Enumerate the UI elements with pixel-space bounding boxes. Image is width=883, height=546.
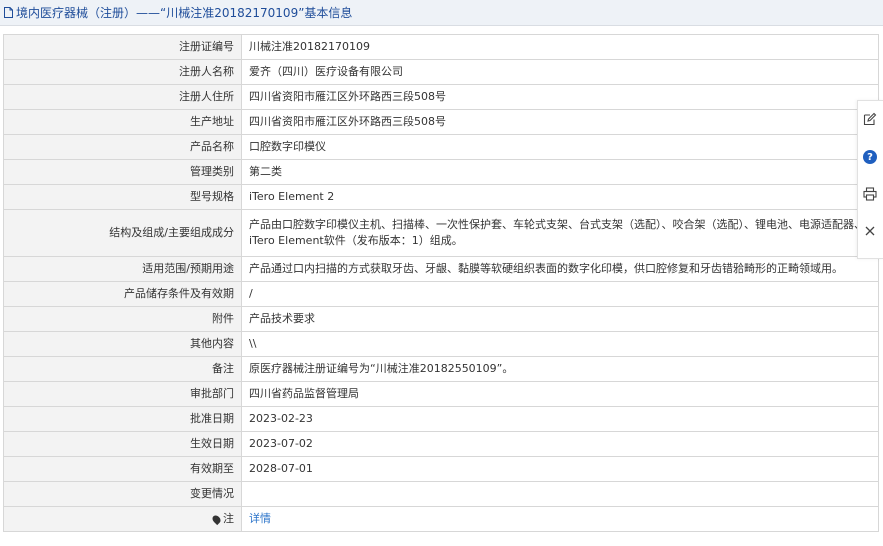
help-icon: ?: [863, 150, 877, 164]
field-label: 注册人名称: [3, 59, 242, 85]
table-row: 生效日期 2023-07-02: [3, 431, 879, 457]
edit-button[interactable]: [862, 111, 878, 127]
table-row: 产品名称 口腔数字印模仪: [3, 134, 879, 160]
field-label: 适用范围/预期用途: [3, 256, 242, 282]
field-label: 变更情况: [3, 481, 242, 507]
field-value: iTero Element 2: [241, 184, 879, 210]
field-label: 型号规格: [3, 184, 242, 210]
field-value: 口腔数字印模仪: [241, 134, 879, 160]
field-value: 川械注准20182170109: [241, 34, 879, 60]
field-label: 注册证编号: [3, 34, 242, 60]
table-row: 型号规格 iTero Element 2: [3, 184, 879, 210]
table-row: 注册证编号 川械注准20182170109: [3, 34, 879, 60]
table-row: 审批部门 四川省药品监督管理局: [3, 381, 879, 407]
table-row: 变更情况: [3, 481, 879, 507]
table-row: 备注 原医疗器械注册证编号为“川械注准20182550109”。: [3, 356, 879, 382]
help-button[interactable]: ?: [862, 149, 878, 165]
table-row: 批准日期 2023-02-23: [3, 406, 879, 432]
page-title: 境内医疗器械（注册）——“川械注准20182170109”基本信息: [16, 6, 353, 20]
page-header: 境内医疗器械（注册）——“川械注准20182170109”基本信息: [0, 0, 883, 26]
field-value: 2023-07-02: [241, 431, 879, 457]
field-value-cell: 详情: [241, 506, 879, 532]
field-label: 生产地址: [3, 109, 242, 135]
field-value: 四川省资阳市雁江区外环路西三段508号: [241, 84, 879, 110]
field-value: 爱齐（四川）医疗设备有限公司: [241, 59, 879, 85]
field-value: 产品技术要求: [241, 306, 879, 332]
edit-icon: [863, 112, 877, 126]
close-button[interactable]: [862, 223, 878, 239]
table-row: 其他内容 \\: [3, 331, 879, 357]
document-icon: [4, 7, 13, 18]
table-row: 适用范围/预期用途 产品通过口内扫描的方式获取牙齿、牙龈、黏膜等软硬组织表面的数…: [3, 256, 879, 282]
field-label: 批准日期: [3, 406, 242, 432]
field-label: 产品名称: [3, 134, 242, 160]
field-label: 生效日期: [3, 431, 242, 457]
field-value: 产品由口腔数字印模仪主机、扫描棒、一次性保护套、车轮式支架、台式支架（选配）、咬…: [241, 209, 879, 257]
note-label-cell: 注: [3, 506, 242, 532]
field-label: 附件: [3, 306, 242, 332]
table-row: 管理类别 第二类: [3, 159, 879, 185]
field-label: 结构及组成/主要组成成分: [3, 209, 242, 257]
pin-icon: [210, 513, 223, 525]
field-value: 2023-02-23: [241, 406, 879, 432]
table-row: 注册人名称 爱齐（四川）医疗设备有限公司: [3, 59, 879, 85]
table-row: 附件 产品技术要求: [3, 306, 879, 332]
field-value: [241, 481, 879, 507]
field-label: 备注: [3, 356, 242, 382]
field-value: 产品通过口内扫描的方式获取牙齿、牙龈、黏膜等软硬组织表面的数字化印模，供口腔修复…: [241, 256, 879, 282]
table-row: 生产地址 四川省资阳市雁江区外环路西三段508号: [3, 109, 879, 135]
print-icon: [863, 187, 877, 201]
table-row: 注 详情: [3, 506, 879, 532]
field-value: \\: [241, 331, 879, 357]
field-value: 2028-07-01: [241, 456, 879, 482]
field-value: /: [241, 281, 879, 307]
field-label: 审批部门: [3, 381, 242, 407]
field-value: 四川省药品监督管理局: [241, 381, 879, 407]
details-link[interactable]: 详情: [249, 512, 271, 525]
table-row: 有效期至 2028-07-01: [3, 456, 879, 482]
table-row: 结构及组成/主要组成成分 产品由口腔数字印模仪主机、扫描棒、一次性保护套、车轮式…: [3, 209, 879, 257]
table-row: 注册人住所 四川省资阳市雁江区外环路西三段508号: [3, 84, 879, 110]
field-value: 四川省资阳市雁江区外环路西三段508号: [241, 109, 879, 135]
info-table: 注册证编号 川械注准20182170109 注册人名称 爱齐（四川）医疗设备有限…: [3, 34, 879, 532]
print-button[interactable]: [862, 186, 878, 202]
side-toolbar: ?: [857, 100, 883, 259]
field-label: 注册人住所: [3, 84, 242, 110]
table-row: 产品储存条件及有效期 /: [3, 281, 879, 307]
field-label: 其他内容: [3, 331, 242, 357]
field-value: 第二类: [241, 159, 879, 185]
field-label: 有效期至: [3, 456, 242, 482]
field-label: 注: [223, 512, 234, 525]
field-label: 产品储存条件及有效期: [3, 281, 242, 307]
close-icon: [865, 226, 875, 236]
field-value: 原医疗器械注册证编号为“川械注准20182550109”。: [241, 356, 879, 382]
field-label: 管理类别: [3, 159, 242, 185]
